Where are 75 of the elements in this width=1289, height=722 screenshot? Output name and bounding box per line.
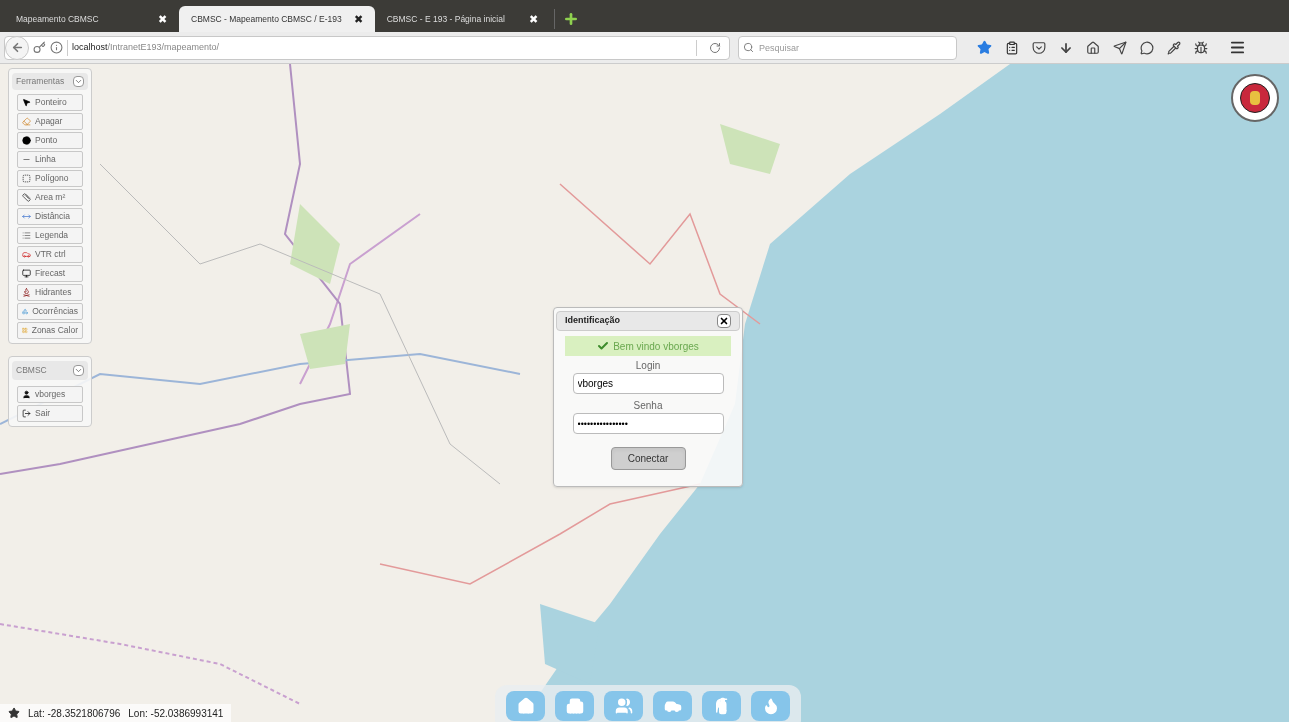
password-field[interactable]: •••••••••••••••• <box>572 413 724 434</box>
user-button[interactable]: Sair <box>17 405 83 422</box>
tool-button[interactable]: Linha <box>17 151 83 168</box>
star-icon[interactable] <box>977 40 992 55</box>
dot-icon <box>22 136 31 145</box>
dialog-title: Identificação <box>565 314 620 328</box>
tool-button[interactable]: Hidrantes <box>17 284 83 301</box>
arrows-icon <box>22 212 31 221</box>
tab-title: CBMSC - E 193 - Página inicial <box>386 12 505 26</box>
menu-icon[interactable] <box>1229 39 1246 56</box>
pointer-icon <box>22 98 31 107</box>
welcome-text: Bem vindo vborges <box>613 339 699 354</box>
send-icon[interactable] <box>1113 40 1127 55</box>
chat-icon[interactable] <box>1140 40 1154 55</box>
user-icon <box>22 390 31 399</box>
house-icon <box>516 697 535 715</box>
login-label: Login <box>635 359 661 373</box>
back-arrow-icon <box>10 41 24 54</box>
eraser-icon <box>22 117 31 126</box>
tool-button[interactable]: VTR ctrl <box>17 246 83 263</box>
info-icon[interactable] <box>50 41 63 54</box>
dropdown-button[interactable] <box>73 365 84 376</box>
ruler-icon <box>22 193 31 202</box>
building-icon <box>565 697 584 715</box>
browser-tab[interactable]: CBMSC - Mapeamento CBMSC / E-193 ✖ <box>179 6 375 32</box>
browser-tab[interactable]: Mapeamento CBMSC ✖ <box>4 6 179 32</box>
panel-title: Ferramentas <box>16 75 65 88</box>
url-text: localhost/IntranetE193/mapeamento/ <box>72 40 221 54</box>
pipette-icon[interactable] <box>1167 40 1181 55</box>
tool-button[interactable]: Ponteiro <box>17 94 83 111</box>
close-button[interactable] <box>717 314 731 328</box>
exit-icon <box>22 409 31 418</box>
chevron-icon <box>74 77 83 86</box>
grid-icon <box>22 326 28 335</box>
chevron-icon <box>74 366 83 375</box>
tab-close[interactable]: ✖ <box>158 10 167 28</box>
reload-icon[interactable] <box>709 41 721 54</box>
tab-close[interactable]: ✖ <box>528 10 538 28</box>
tool-button[interactable]: Polígono <box>17 170 83 187</box>
browser-tab[interactable]: CBMSC - E 193 - Página inicial ✖ <box>374 6 550 32</box>
tool-button[interactable]: Firecast <box>17 265 83 282</box>
home-icon[interactable] <box>1086 40 1100 55</box>
user-button[interactable]: vborges <box>17 386 83 403</box>
car-icon <box>22 250 31 259</box>
key-icon <box>33 41 46 54</box>
tool-button[interactable]: Distância <box>17 208 83 225</box>
tool-button[interactable]: Ocorrências <box>17 303 83 320</box>
panel-title: CBMSC <box>16 364 47 377</box>
pocket-icon[interactable] <box>1032 40 1046 55</box>
search-field[interactable]: Pesquisar <box>738 35 957 60</box>
tool-button[interactable]: Apagar <box>17 113 83 130</box>
connect-button[interactable]: Conectar <box>610 447 686 470</box>
tool-button[interactable]: Ponto <box>17 132 83 149</box>
download-icon[interactable] <box>1059 40 1073 55</box>
people-icon <box>614 697 633 715</box>
tool-button[interactable]: Area m² <box>17 189 83 206</box>
monitor-icon <box>22 269 31 278</box>
dropdown-button[interactable] <box>73 76 84 87</box>
address-field[interactable]: localhost/IntranetE193/mapeamento/ <box>4 35 730 60</box>
longitude-text: Lon: -52.0386993141 <box>128 706 224 721</box>
tool-button[interactable]: Legenda <box>17 227 83 244</box>
back-button[interactable] <box>5 35 29 60</box>
password-label: Senha <box>633 399 663 413</box>
bug-icon[interactable] <box>1194 40 1208 55</box>
tab-title: Mapeamento CBMSC <box>16 12 99 26</box>
search-icon <box>743 41 754 53</box>
tool-button[interactable]: Zonas Calor <box>17 322 83 339</box>
list-icon <box>22 231 31 240</box>
latitude-text: Lat: -28.3521806796 <box>28 706 121 721</box>
new-tab-icon[interactable] <box>562 11 579 27</box>
check-icon <box>597 340 610 352</box>
tab-title: CBMSC - Mapeamento CBMSC / E-193 <box>191 12 342 26</box>
clipboard-icon[interactable] <box>1005 40 1019 55</box>
login-field[interactable]: vborges <box>572 373 724 394</box>
tab-close[interactable]: ✖ <box>353 10 363 28</box>
